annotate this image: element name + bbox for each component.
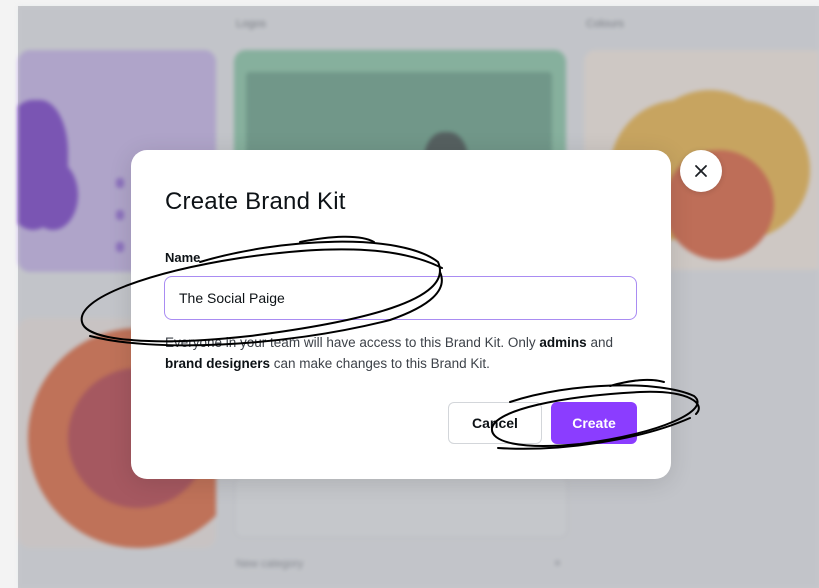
cancel-button[interactable]: Cancel: [448, 402, 542, 444]
brand-designers-text: brand designers: [165, 356, 271, 371]
brand-kit-name-input[interactable]: [164, 276, 637, 320]
name-label: Name: [165, 250, 201, 265]
admins-text: admins: [539, 335, 587, 350]
close-icon: [695, 165, 707, 177]
access-help-text: Everyone in your team will have access t…: [165, 335, 613, 371]
create-brand-kit-dialog: Create Brand Kit Name Everyone in your t…: [131, 150, 671, 479]
create-button[interactable]: Create: [551, 402, 637, 444]
close-dialog-button[interactable]: [680, 150, 722, 192]
dialog-title: Create Brand Kit: [165, 188, 346, 215]
